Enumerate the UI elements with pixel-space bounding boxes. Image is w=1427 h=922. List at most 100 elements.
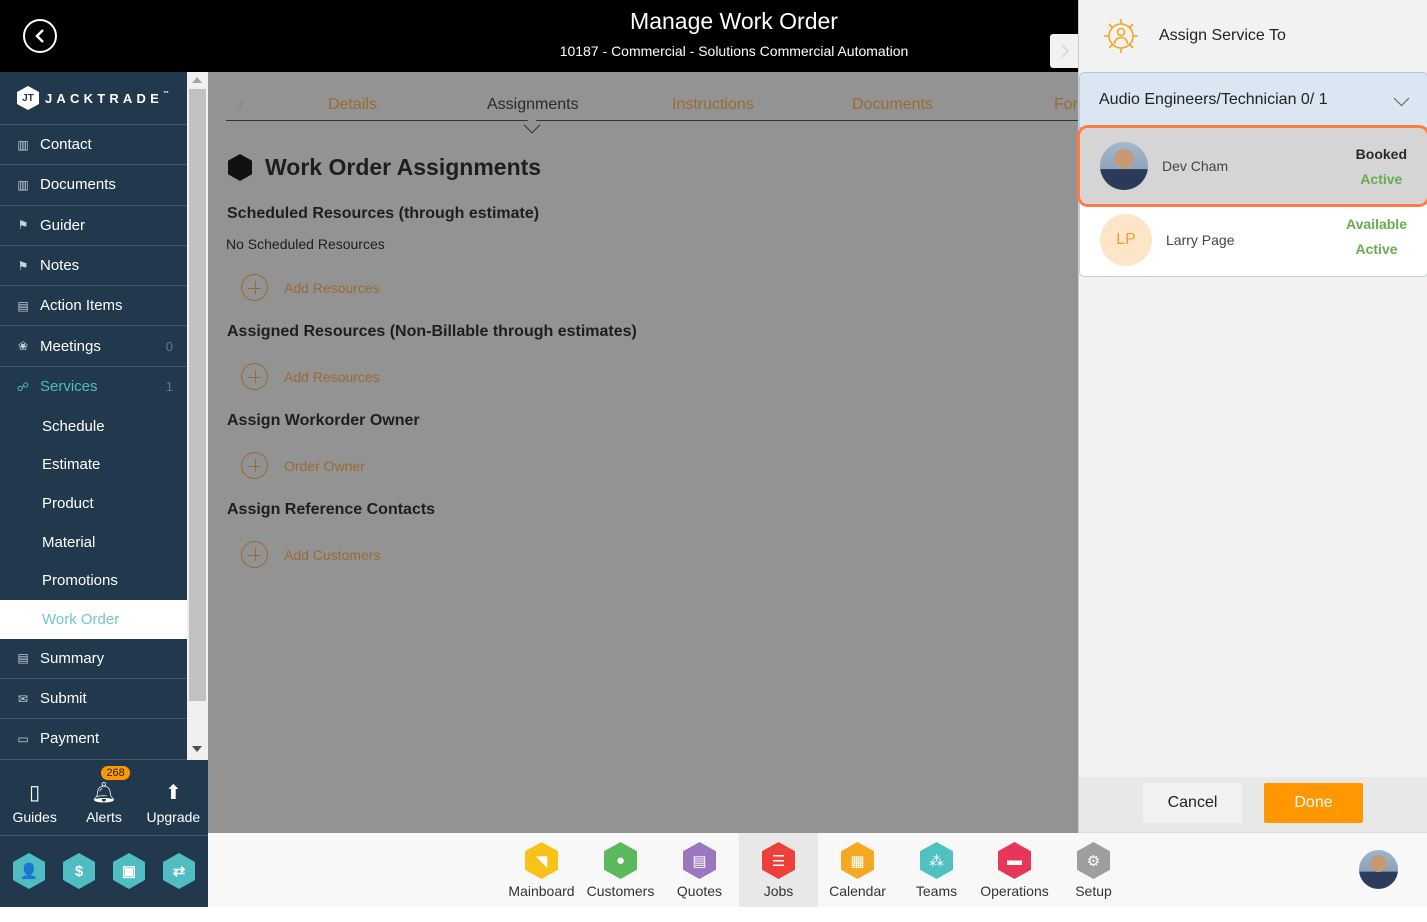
meeting-icon: ❀ <box>17 339 29 354</box>
cancel-button[interactable]: Cancel <box>1143 783 1242 823</box>
hexagon-icon <box>228 154 252 181</box>
arrow-up-icon: ⬆ <box>164 782 182 804</box>
sidebar-item-services[interactable]: ☍ Services 1 <box>0 367 187 407</box>
dollar-hex-icon[interactable]: $ <box>63 853 95 889</box>
workflow-hex-icon[interactable]: ⇄ <box>163 853 195 889</box>
sidebar-footer: ▯ Guides 268 🔔︎ Alerts ⬆ Upgrade 👤 $ ▣ ⇄ <box>0 760 208 907</box>
state-badge: Active <box>1360 171 1403 187</box>
resource-item-larry-page[interactable]: LP Larry Page Available Active <box>1080 204 1427 276</box>
user-avatar[interactable] <box>1359 850 1398 889</box>
resource-list: Dev Cham Booked Active LP Larry Page Ava… <box>1077 125 1427 277</box>
mainboard-icon: ◥ <box>525 842 558 879</box>
tab-bar: ‹ Details Assignments Instructions Docum… <box>226 92 1078 134</box>
scheduled-resources-heading: Scheduled Resources (through estimate) <box>227 205 540 222</box>
reference-contacts-heading: Assign Reference Contacts <box>227 501 436 518</box>
scroll-up-arrow-icon[interactable] <box>192 77 202 83</box>
status-badge: Booked <box>1355 146 1407 162</box>
resource-group-dropdown[interactable]: Audio Engineers/Technician 0/ 1 <box>1079 72 1427 128</box>
collapse-panel-button[interactable] <box>1050 34 1080 68</box>
sidebar-subitem-product[interactable]: Product <box>0 484 187 523</box>
plus-circle-icon <box>241 541 268 568</box>
sidebar-subitem-promotions[interactable]: Promotions <box>0 561 187 600</box>
no-scheduled-resources-text: No Scheduled Resources <box>226 236 385 252</box>
sidebar-item-action-items[interactable]: ▤ Action Items <box>0 286 187 327</box>
alerts-button[interactable]: 268 🔔︎ Alerts <box>69 760 138 835</box>
jobs-icon: ☰ <box>762 842 795 879</box>
tab-forms[interactable]: For <box>1054 96 1078 114</box>
add-scheduled-resources-button[interactable]: Add Resources <box>241 274 380 301</box>
tab-prev-chevron-icon[interactable]: ‹ <box>238 94 244 115</box>
sidebar-item-payment[interactable]: ▭ Payment <box>0 719 187 760</box>
brand-name: JACKTRADE <box>45 90 163 106</box>
done-button[interactable]: Done <box>1264 783 1363 823</box>
app-mainboard[interactable]: ◥ Mainboard <box>502 833 581 907</box>
meetings-count: 0 <box>165 338 173 354</box>
top-bar: Manage Work Order 10187 - Commercial - S… <box>0 0 1078 72</box>
signpost-icon: ⚑ <box>17 218 29 233</box>
scroll-thumb[interactable] <box>189 89 206 701</box>
chevron-right-icon <box>1061 44 1070 58</box>
sidebar-item-contact[interactable]: ▥ Contact <box>0 125 187 166</box>
panel-title: Assign Service To <box>1159 27 1286 44</box>
app-setup[interactable]: ⚙ Setup <box>1054 833 1133 907</box>
clipboard-icon: ▤ <box>17 298 29 313</box>
sidebar-item-notes[interactable]: ⚑ Notes <box>0 246 187 287</box>
resource-item-dev-cham[interactable]: Dev Cham Booked Active <box>1077 125 1427 207</box>
app-teams[interactable]: ⁂ Teams <box>897 833 976 907</box>
signpost-icon: ⚑ <box>17 258 29 273</box>
contact-hex-icon[interactable]: 👤 <box>13 853 45 889</box>
bell-icon: 🔔︎ <box>91 782 117 804</box>
tab-instructions[interactable]: Instructions <box>672 96 754 114</box>
sidebar-item-submit[interactable]: ✉ Submit <box>0 679 187 720</box>
guides-button[interactable]: ▯ Guides <box>0 760 69 835</box>
sidebar-subitem-work-order[interactable]: Work Order <box>0 600 187 639</box>
app-quotes[interactable]: ▤ Quotes <box>660 833 739 907</box>
sidebar-item-summary[interactable]: ▤ Summary <box>0 639 187 679</box>
sidebar-item-guider[interactable]: ⚑ Guider <box>0 206 187 246</box>
app-customers[interactable]: ● Customers <box>581 833 660 907</box>
sidebar-subitem-material[interactable]: Material <box>0 523 187 562</box>
app-bar: ◥ Mainboard ● Customers ▤ Quotes ☰ Jobs ▦ Cal… <box>208 833 1427 907</box>
app-calendar[interactable]: ▦ Calendar <box>818 833 897 907</box>
app-jobs[interactable]: ☰ Jobs <box>739 833 818 907</box>
brand-logo[interactable]: JT JACKTRADE™ <box>0 72 187 125</box>
teams-icon: ⁂ <box>920 842 953 879</box>
calendar-icon: ▦ <box>841 842 874 879</box>
services-icon: ☍ <box>16 379 30 394</box>
tab-details[interactable]: Details <box>328 96 377 114</box>
sidebar-item-meetings[interactable]: ❀ Meetings 0 <box>0 326 187 367</box>
chevron-down-icon <box>1393 90 1410 107</box>
alerts-badge: 268 <box>101 766 130 780</box>
sidebar-subitem-schedule[interactable]: Schedule <box>0 407 187 446</box>
assign-service-panel: Assign Service To Audio Engineers/Techni… <box>1077 0 1427 833</box>
app-operations[interactable]: ▬ Operations <box>975 833 1054 907</box>
add-order-owner-button[interactable]: Order Owner <box>241 452 365 479</box>
services-count: 1 <box>165 379 173 395</box>
setup-gear-icon: ⚙ <box>1077 842 1110 879</box>
avatar <box>1100 141 1148 190</box>
sidebar-scrollbar[interactable] <box>187 72 208 760</box>
tab-assignments[interactable]: Assignments <box>487 96 579 114</box>
avatar: LP <box>1100 214 1152 266</box>
quotes-icon: ▤ <box>683 842 716 879</box>
gear-person-icon <box>1104 19 1138 53</box>
book-icon: ▯ <box>29 782 41 804</box>
add-customers-button[interactable]: Add Customers <box>241 541 380 568</box>
money-hex-icon[interactable]: ▣ <box>113 853 145 889</box>
sidebar-subitem-estimate[interactable]: Estimate <box>0 446 187 485</box>
sidebar: JT JACKTRADE™ ▥ Contact ▥ Documents ⚑ Guide… <box>0 72 187 760</box>
summary-icon: ▤ <box>17 651 29 666</box>
document-book-icon: ▥ <box>17 177 29 192</box>
section-title: Work Order Assignments <box>228 154 541 181</box>
submit-icon: ✉ <box>17 691 29 706</box>
add-assigned-resources-button[interactable]: Add Resources <box>241 363 380 390</box>
sidebar-item-documents[interactable]: ▥ Documents <box>0 165 187 206</box>
upgrade-button[interactable]: ⬆ Upgrade <box>139 760 208 835</box>
tab-documents[interactable]: Documents <box>852 96 933 114</box>
payment-icon: ▭ <box>17 731 29 746</box>
assigned-resources-heading: Assigned Resources (Non-Billable through… <box>227 323 637 340</box>
workorder-owner-heading: Assign Workorder Owner <box>227 412 420 429</box>
scroll-down-arrow-icon[interactable] <box>192 746 202 752</box>
main-content: ‹ Details Assignments Instructions Docum… <box>208 72 1078 833</box>
active-tab-indicator <box>523 116 541 134</box>
